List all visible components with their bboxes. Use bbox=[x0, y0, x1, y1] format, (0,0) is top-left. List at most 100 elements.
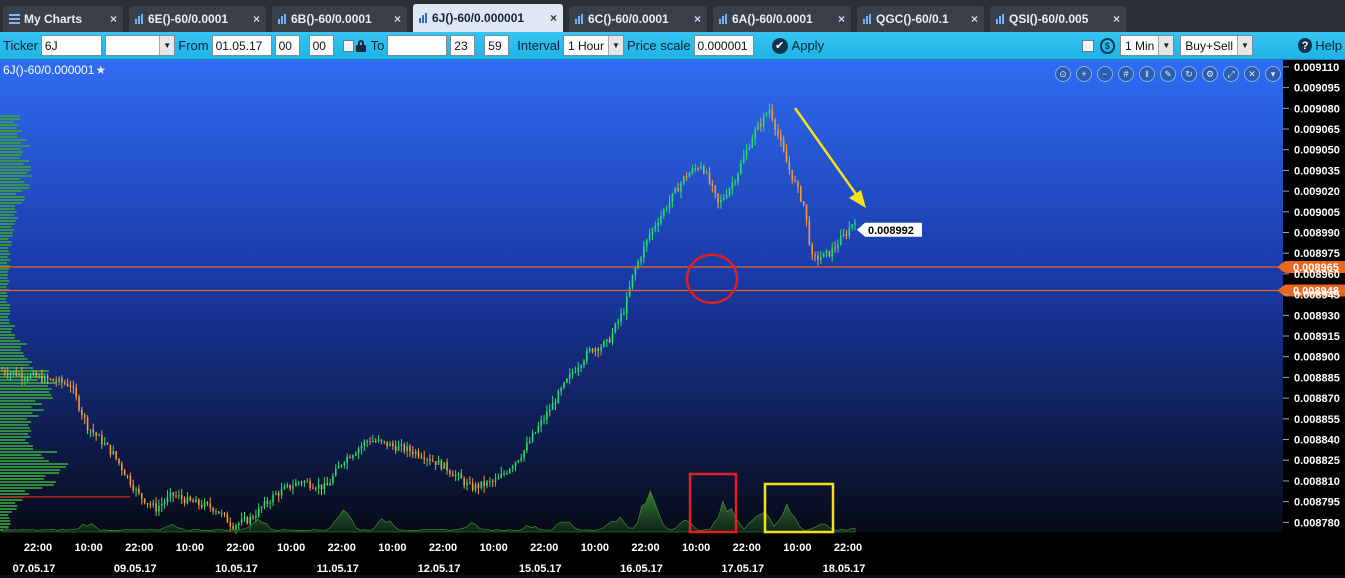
tab-6e[interactable]: 6E()-60/0.0001 × bbox=[129, 6, 266, 32]
candle-body bbox=[431, 460, 434, 462]
candle-body bbox=[814, 255, 816, 257]
close-icon[interactable]: × bbox=[394, 12, 401, 26]
tab-my-charts[interactable]: My Charts × bbox=[3, 6, 123, 32]
profile-bar bbox=[0, 118, 20, 120]
tab-qsi[interactable]: QSI()-60/0.005 × bbox=[990, 6, 1126, 32]
candle-body bbox=[289, 484, 291, 489]
price-scale-input[interactable] bbox=[693, 35, 754, 56]
tab-qgc[interactable]: QGC()-60/0.1 × bbox=[857, 6, 984, 32]
plot-background bbox=[0, 60, 1283, 532]
zoom-fit-icon[interactable]: ⊙ bbox=[1055, 66, 1071, 82]
candle-body bbox=[663, 209, 665, 216]
pencil-icon[interactable]: ✎ bbox=[1160, 66, 1176, 82]
close-icon[interactable]: × bbox=[1113, 12, 1120, 26]
columns-icon[interactable]: ‖ bbox=[1139, 66, 1155, 82]
time-label: 22:00 bbox=[328, 542, 356, 554]
close-icon[interactable]: × bbox=[253, 12, 260, 26]
profile-bar bbox=[0, 472, 60, 474]
candle-body bbox=[711, 183, 714, 186]
date-label: 17.05.17 bbox=[721, 563, 764, 575]
price-label: 0.008855 bbox=[1294, 414, 1340, 426]
ticker-dropdown[interactable]: ▼ bbox=[104, 35, 176, 56]
to-date-input[interactable] bbox=[387, 35, 448, 56]
candle-body bbox=[303, 481, 306, 483]
candle-body bbox=[374, 440, 377, 442]
to-minute-input[interactable] bbox=[484, 35, 510, 56]
price-chart[interactable]: 0.0089650.0089480.008992 0.0091100.00909… bbox=[0, 60, 1345, 575]
close-icon[interactable]: × bbox=[550, 11, 557, 25]
close-chart-icon[interactable]: ✕ bbox=[1244, 66, 1260, 82]
grid-icon[interactable]: # bbox=[1118, 66, 1134, 82]
candle-body bbox=[486, 481, 488, 486]
close-icon[interactable]: × bbox=[694, 12, 701, 26]
tab-6a[interactable]: 6A()-60/0.0001 × bbox=[713, 6, 851, 32]
price-label: 0.008945 bbox=[1294, 290, 1340, 302]
candle-body bbox=[851, 224, 853, 228]
candle-body bbox=[340, 465, 343, 467]
interval-select[interactable]: 1 Hour ▼ bbox=[562, 35, 624, 56]
from-hour-input[interactable] bbox=[274, 35, 300, 56]
fullscreen-icon[interactable]: ⤢ bbox=[1223, 66, 1239, 82]
candle-body bbox=[625, 296, 628, 314]
candle-body bbox=[180, 495, 183, 499]
zoom-in-icon[interactable]: + bbox=[1076, 66, 1092, 82]
chevron-down-icon[interactable]: ▾ bbox=[1265, 66, 1281, 82]
profile-bar bbox=[0, 115, 20, 117]
candle-body bbox=[63, 382, 66, 384]
price-label: 0.008885 bbox=[1294, 372, 1340, 384]
candle-body bbox=[429, 459, 431, 461]
chart-controls: ⊙ + − # ‖ ✎ ↻ ⚙ ⤢ ✕ ▾ bbox=[1055, 66, 1281, 82]
tab-6b[interactable]: 6B()-60/0.0001 × bbox=[272, 6, 407, 32]
candle-body bbox=[668, 201, 671, 209]
tab-6c[interactable]: 6C()-60/0.0001 × bbox=[569, 6, 707, 32]
close-icon[interactable]: × bbox=[110, 12, 117, 26]
ticker-input[interactable] bbox=[40, 35, 102, 56]
realtime-checkbox[interactable] bbox=[1082, 39, 1094, 52]
chevron-down-icon: ▼ bbox=[1237, 36, 1252, 55]
timeframe-select[interactable]: 1 Min ▼ bbox=[1119, 35, 1175, 56]
chart-panel[interactable]: 6J()-60/0.000001★ ⊙ + − # ‖ ✎ ↻ ⚙ ⤢ ✕ ▾ bbox=[0, 60, 1345, 575]
help-label[interactable]: Help bbox=[1315, 38, 1342, 53]
tab-6j[interactable]: 6J()-60/0.000001 × bbox=[413, 4, 563, 32]
help-icon[interactable]: ? bbox=[1298, 38, 1313, 53]
candle-body bbox=[434, 461, 437, 465]
candle-body bbox=[24, 378, 26, 380]
candle-body bbox=[232, 526, 234, 529]
close-icon[interactable]: × bbox=[971, 12, 978, 26]
to-hour-input[interactable] bbox=[450, 35, 476, 56]
refresh-icon[interactable]: ↻ bbox=[1181, 66, 1197, 82]
zoom-out-icon[interactable]: − bbox=[1097, 66, 1113, 82]
profile-bar bbox=[0, 445, 33, 447]
from-date-input[interactable] bbox=[211, 35, 272, 56]
profile-bar bbox=[0, 205, 15, 207]
candle-body bbox=[526, 443, 528, 451]
candle-body bbox=[32, 372, 35, 375]
candle-body bbox=[249, 516, 251, 524]
settings-icon[interactable]: ⚙ bbox=[1202, 66, 1218, 82]
profile-bar bbox=[0, 136, 18, 138]
candle-body bbox=[6, 373, 9, 376]
star-icon[interactable]: ★ bbox=[95, 63, 106, 77]
profile-bar bbox=[0, 448, 34, 450]
profile-bar bbox=[0, 325, 15, 327]
dollar-icon[interactable]: $ bbox=[1099, 37, 1115, 54]
candle-body bbox=[206, 502, 209, 504]
lock-checkbox[interactable] bbox=[342, 39, 355, 52]
candle-body bbox=[725, 195, 728, 198]
profile-bar bbox=[0, 145, 31, 147]
apply-button[interactable]: ✔ Apply bbox=[771, 37, 824, 54]
candle-body bbox=[315, 488, 317, 490]
candle-body bbox=[845, 234, 848, 236]
candle-body bbox=[52, 379, 55, 382]
profile-bar bbox=[0, 436, 31, 438]
profile-bar bbox=[0, 499, 23, 501]
candle-body bbox=[92, 429, 95, 433]
candle-body bbox=[654, 226, 657, 229]
candle-body bbox=[89, 429, 92, 431]
side-select[interactable]: Buy+Sell ▼ bbox=[1180, 35, 1253, 56]
close-icon[interactable]: × bbox=[838, 12, 845, 26]
candle-body bbox=[337, 466, 340, 469]
candle-body bbox=[163, 501, 166, 504]
from-minute-input[interactable] bbox=[308, 35, 334, 56]
price-scale-label: Price scale bbox=[626, 38, 691, 53]
